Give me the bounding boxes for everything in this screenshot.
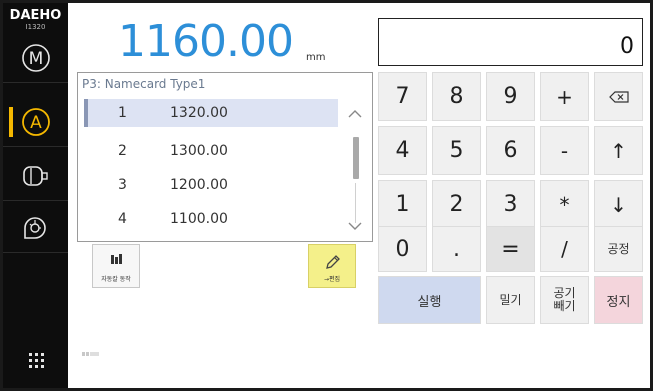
status-indicator-icon [82, 352, 99, 356]
sidebar-item-menu[interactable] [3, 335, 68, 385]
program-title: P3: Namecard Type1 [82, 77, 206, 91]
row-index: 1 [118, 105, 127, 121]
sidebar-item-auto[interactable]: A [3, 97, 68, 147]
key-dot[interactable]: . [432, 226, 481, 272]
process-button[interactable]: 공정 [594, 226, 643, 272]
scroll-thumb[interactable] [353, 137, 359, 179]
auto-mode-glyph: A [30, 113, 42, 133]
grid-menu-icon [28, 353, 44, 368]
knife-icon [111, 254, 122, 264]
key-3[interactable]: 3 [486, 180, 535, 229]
row-index: 4 [118, 211, 127, 227]
key-2[interactable]: 2 [432, 180, 481, 229]
brand-name: DAEHO [9, 8, 62, 23]
push-button[interactable]: 밀기 [486, 276, 535, 324]
list-scrollbar[interactable] [344, 103, 366, 231]
key-9[interactable]: 9 [486, 72, 535, 121]
auto-mode-icon: A [21, 107, 50, 136]
air-release-button[interactable]: 공기 빼기 [540, 276, 589, 324]
arrow-down-button[interactable]: ↓ [594, 180, 643, 229]
row-value: 1200.00 [170, 177, 228, 193]
brand-logo: DAEHO I1320 [3, 9, 68, 32]
program-row[interactable]: 1 1320.00 [84, 99, 338, 127]
key-1[interactable]: 1 [378, 180, 427, 229]
pencil-icon [326, 255, 340, 269]
arrow-up-button[interactable]: ↑ [594, 126, 643, 175]
manual-mode-glyph: M [28, 49, 43, 69]
auto-knife-label: 자동칼 동작 [101, 276, 131, 283]
row-index: 3 [118, 177, 127, 193]
scroll-up-icon[interactable] [348, 109, 362, 119]
program-row[interactable]: 2 1300.00 [84, 137, 338, 165]
backspace-icon [608, 90, 629, 103]
stop-button[interactable]: 정지 [594, 276, 643, 324]
key-minus[interactable]: - [540, 126, 589, 175]
edit-button[interactable]: →편집 [308, 244, 356, 288]
brand-model: I1320 [25, 23, 46, 31]
key-equals[interactable]: = [486, 226, 535, 272]
scroll-track-line [355, 183, 356, 223]
run-button[interactable]: 실행 [378, 276, 481, 324]
manual-mode-icon: M [21, 43, 50, 72]
key-0[interactable]: 0 [378, 226, 427, 272]
key-divide[interactable]: / [540, 226, 589, 272]
sidebar-item-manual[interactable]: M [3, 33, 68, 83]
row-value: 1320.00 [170, 105, 228, 121]
sidebar-item-blower[interactable] [3, 203, 68, 253]
scroll-down-icon[interactable] [348, 221, 362, 231]
backspace-button[interactable] [594, 72, 643, 121]
auto-knife-button[interactable]: 자동칼 동작 [92, 244, 140, 288]
sidebar: DAEHO I1320 M A [3, 3, 68, 388]
air-release-label-line2: 빼기 [553, 299, 576, 313]
blower-icon [23, 216, 46, 239]
calculator-display[interactable]: 0 [378, 18, 643, 66]
edit-label: →편집 [323, 276, 341, 283]
key-7[interactable]: 7 [378, 72, 427, 121]
key-multiply[interactable]: * [540, 180, 589, 229]
current-position-value: 1160.00 [118, 16, 294, 67]
key-8[interactable]: 8 [432, 72, 481, 121]
key-plus[interactable]: + [540, 72, 589, 121]
active-indicator [9, 107, 13, 137]
key-6[interactable]: 6 [486, 126, 535, 175]
key-4[interactable]: 4 [378, 126, 427, 175]
motor-icon [22, 165, 48, 186]
sidebar-item-motor[interactable] [3, 151, 68, 201]
program-row[interactable]: 4 1100.00 [84, 205, 338, 233]
row-index: 2 [118, 143, 127, 159]
selected-marker [84, 99, 88, 127]
program-list: P3: Namecard Type1 1 1320.00 2 1300.00 3… [77, 72, 373, 242]
program-row[interactable]: 3 1200.00 [84, 171, 338, 199]
row-value: 1100.00 [170, 211, 228, 227]
key-5[interactable]: 5 [432, 126, 481, 175]
position-unit: mm [306, 52, 326, 63]
row-value: 1300.00 [170, 143, 228, 159]
